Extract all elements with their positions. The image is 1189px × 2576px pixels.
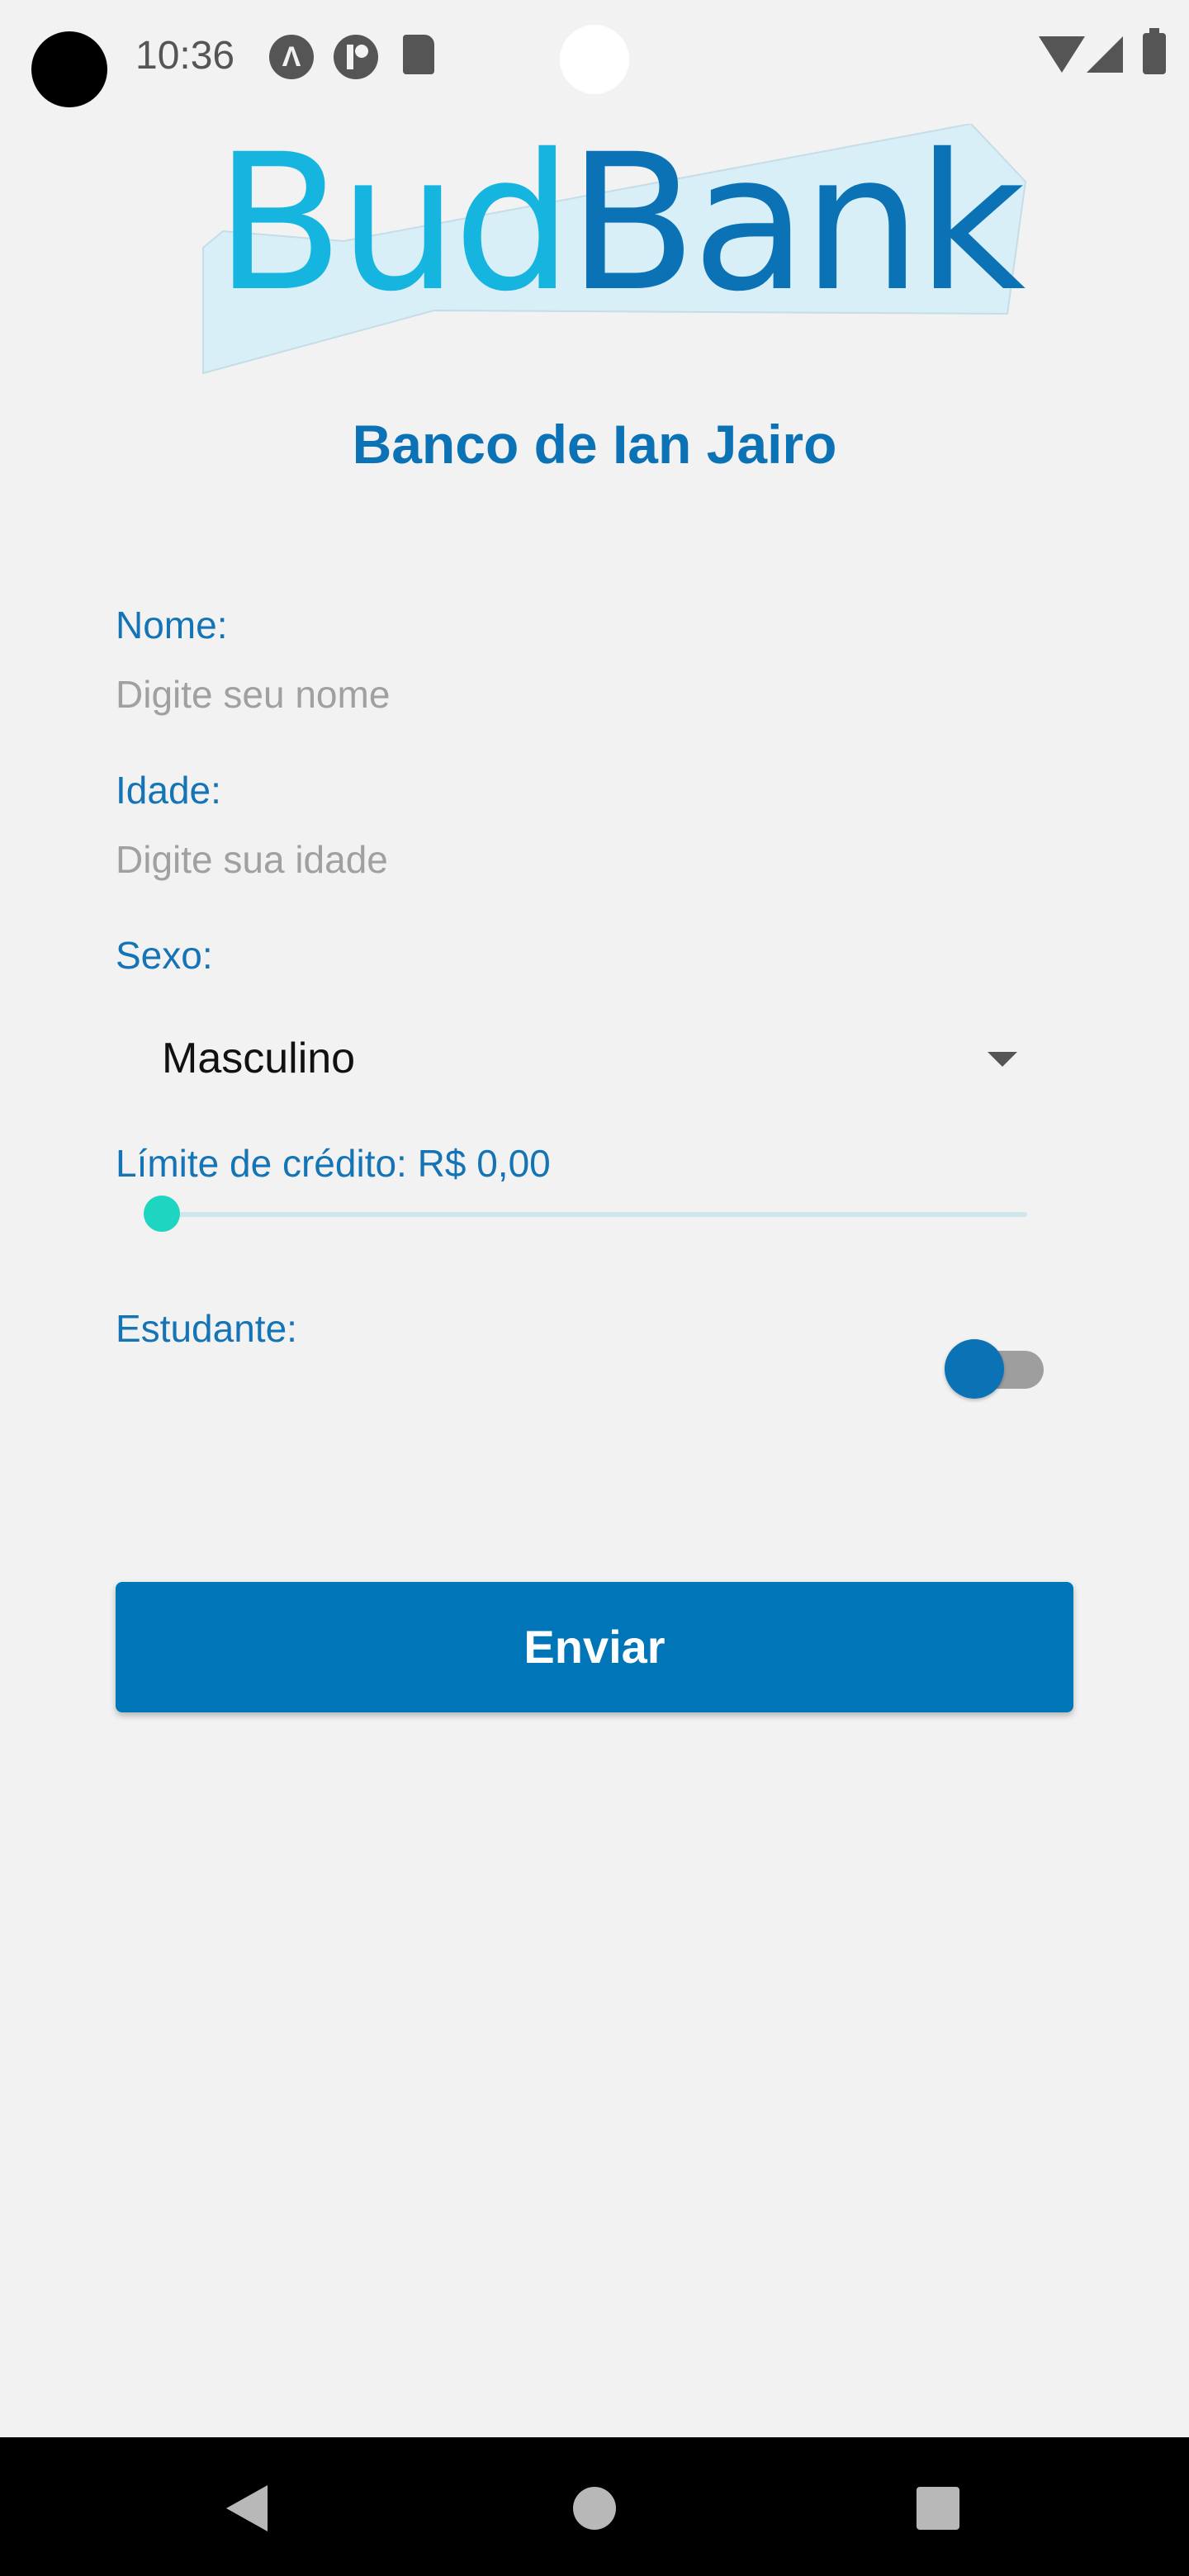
home-icon[interactable] [573, 2487, 616, 2530]
signal-icon [1087, 36, 1123, 73]
student-label: Estudante: [116, 1307, 297, 1350]
p-notification-icon [334, 35, 378, 79]
recents-icon[interactable] [917, 2487, 959, 2530]
budbank-logo: BudBank [187, 124, 1029, 380]
dropdown-arrow-icon [988, 1052, 1017, 1067]
status-time: 10:36 [135, 34, 235, 78]
toggle-thumb[interactable] [945, 1339, 1004, 1399]
sex-select-value: Masculino [162, 1035, 356, 1082]
logo-text: BudBank [215, 129, 1026, 317]
app-screen: 10:36 Λ BudBank Banco de Ian Jairo Nome:… [0, 0, 1189, 2576]
name-input[interactable] [116, 665, 1073, 723]
front-camera-icon [560, 25, 629, 94]
sd-card-icon [403, 35, 434, 74]
status-bar: 10:36 Λ [0, 0, 1189, 116]
name-label: Nome: [116, 604, 228, 646]
page-title: Banco de Ian Jairo [352, 414, 837, 475]
credit-limit-label: Límite de crédito: R$ 0,00 [116, 1142, 551, 1185]
back-icon[interactable] [226, 2485, 268, 2531]
camera-cutout-icon [31, 31, 107, 107]
wifi-icon [1039, 36, 1085, 73]
submit-button[interactable]: Enviar [116, 1582, 1073, 1712]
student-toggle[interactable] [945, 1338, 1049, 1400]
battery-icon [1143, 28, 1166, 74]
sex-select[interactable]: Masculino [116, 1016, 1073, 1106]
credit-limit-slider[interactable] [140, 1189, 1032, 1238]
slider-thumb[interactable] [144, 1196, 180, 1232]
sex-label: Sexo: [116, 934, 213, 977]
slider-track[interactable] [162, 1212, 1027, 1217]
age-label: Idade: [116, 769, 221, 812]
logo-text-bud: Bud [215, 113, 573, 333]
navigation-bar [0, 2437, 1189, 2576]
age-input[interactable] [116, 831, 1073, 888]
logo-text-bank: Bank [567, 113, 1026, 333]
a-notification-icon: Λ [269, 35, 314, 79]
